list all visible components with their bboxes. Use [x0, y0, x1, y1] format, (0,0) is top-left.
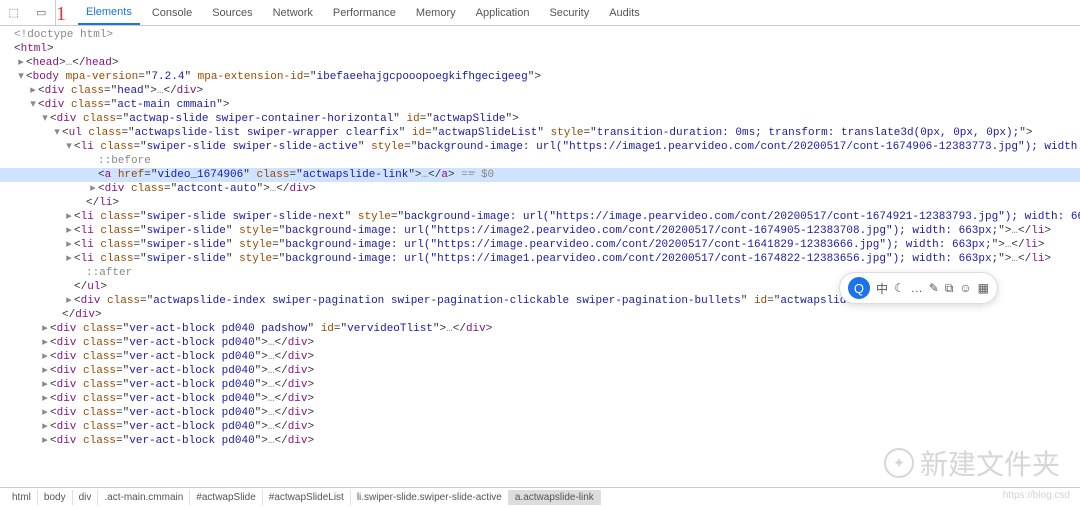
- tab-console[interactable]: Console: [144, 2, 200, 24]
- grid-icon[interactable]: ▦: [978, 281, 989, 295]
- crumb[interactable]: div: [73, 490, 99, 505]
- crumb[interactable]: html: [6, 490, 38, 505]
- pencil-icon[interactable]: ✎: [929, 281, 939, 295]
- tab-memory[interactable]: Memory: [408, 2, 464, 24]
- annotation-1: 1: [56, 3, 66, 26]
- crumb[interactable]: .act-main.cmmain: [98, 490, 190, 505]
- tab-elements[interactable]: Elements: [78, 1, 140, 25]
- dom-tree[interactable]: <!doctype html><html>▸<head>…</head>▾<bo…: [0, 26, 1080, 487]
- crumb[interactable]: body: [38, 490, 73, 505]
- gutter-dots: …: [469, 165, 476, 177]
- device-icon[interactable]: ▭: [36, 6, 46, 19]
- crumb[interactable]: #actwapSlideList: [263, 490, 351, 505]
- tab-audits[interactable]: Audits: [601, 2, 648, 24]
- tab-security[interactable]: Security: [541, 2, 597, 24]
- moon-icon[interactable]: ☾: [894, 281, 905, 295]
- tab-performance[interactable]: Performance: [325, 2, 404, 24]
- lang-label[interactable]: 中: [876, 280, 888, 297]
- qq-icon[interactable]: Q: [848, 277, 870, 299]
- breadcrumb[interactable]: htmlbodydiv.act-main.cmmain#actwapSlide#…: [0, 487, 1080, 507]
- inspect-icon[interactable]: ⬚: [9, 6, 19, 19]
- devtools-header: ⬚ ▭ 1 ElementsConsoleSourcesNetworkPerfo…: [0, 0, 1080, 26]
- devtools-panel: ⬚ ▭ 1 ElementsConsoleSourcesNetworkPerfo…: [0, 0, 1080, 507]
- tab-application[interactable]: Application: [468, 2, 538, 24]
- floating-toolbar[interactable]: Q 中 ☾ … ✎ ⧉ ☺ ▦: [839, 272, 998, 304]
- smile-icon[interactable]: ☺: [959, 281, 971, 295]
- devtools-tabs: ElementsConsoleSourcesNetworkPerformance…: [56, 0, 1080, 25]
- tab-sources[interactable]: Sources: [204, 2, 260, 24]
- crumb[interactable]: #actwapSlide: [190, 490, 262, 505]
- copy-icon[interactable]: ⧉: [945, 281, 954, 296]
- crumb[interactable]: a.actwapslide-link: [509, 490, 601, 505]
- ellipsis-icon[interactable]: …: [911, 281, 923, 295]
- crumb[interactable]: li.swiper-slide.swiper-slide-active: [351, 490, 509, 505]
- tab-network[interactable]: Network: [265, 2, 321, 24]
- url-watermark: https://blog.csd: [1003, 490, 1070, 501]
